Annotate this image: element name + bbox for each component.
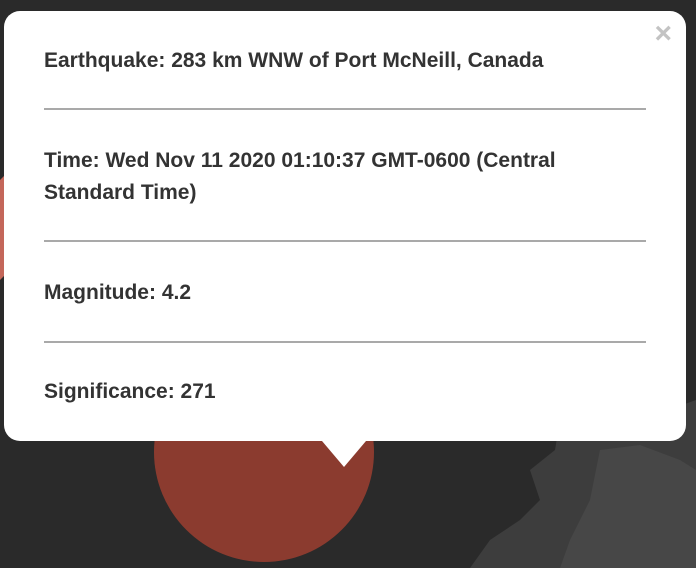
earthquake-popup: × Earthquake: 283 km WNW of Port McNeill… <box>4 11 686 441</box>
popup-tip <box>322 441 366 467</box>
earthquake-location: Earthquake: 283 km WNW of Port McNeill, … <box>44 49 544 72</box>
divider <box>44 108 646 110</box>
earthquake-time: Time: Wed Nov 11 2020 01:10:37 GMT-0600 … <box>44 149 556 204</box>
earthquake-magnitude: Magnitude: 4.2 <box>44 281 192 304</box>
earthquake-significance: Significance: 271 <box>44 380 216 403</box>
divider <box>44 341 646 343</box>
divider <box>44 240 646 242</box>
close-icon[interactable]: × <box>654 19 672 49</box>
